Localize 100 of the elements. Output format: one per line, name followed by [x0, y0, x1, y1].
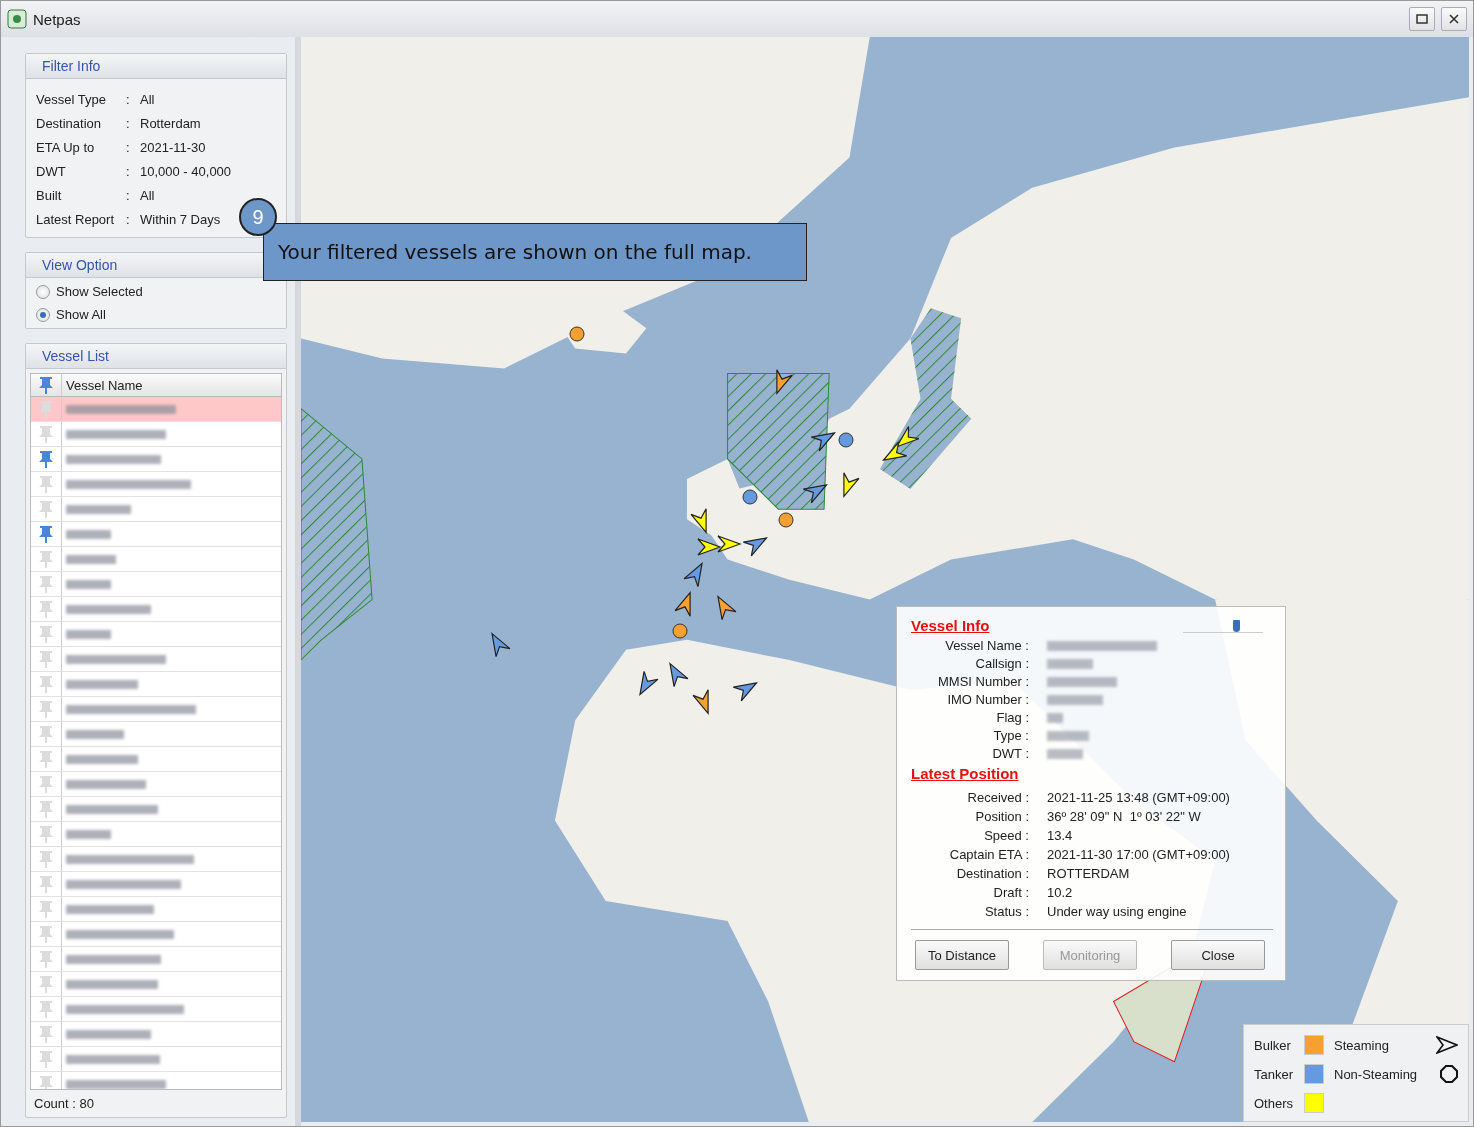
vessel-marker-icon[interactable]: [717, 595, 737, 621]
radio-button[interactable]: [36, 284, 50, 299]
vessel-marker-icon[interactable]: [742, 537, 768, 557]
vessel-row[interactable]: [31, 772, 281, 797]
vessel-marker-icon[interactable]: [639, 670, 659, 696]
blurred-name: [66, 579, 111, 589]
radio-label[interactable]: Show All: [56, 307, 106, 322]
restore-icon: [1416, 14, 1428, 24]
legend-label: Tanker: [1254, 1066, 1295, 1082]
vessel-marker-icon[interactable]: [882, 441, 908, 461]
zoom-slider[interactable]: [1183, 618, 1263, 633]
radio-label[interactable]: Show Selected: [56, 284, 143, 299]
field-label: Type :: [992, 728, 1029, 743]
vessel-marker-icon[interactable]: [692, 689, 709, 715]
vessel-row[interactable]: [31, 947, 281, 972]
blurred-name: [66, 529, 111, 539]
vessel-row[interactable]: [31, 597, 281, 622]
section-title: Latest Position: [911, 765, 1019, 782]
field-value: 2021-11-25 13:48 (GMT+09:00): [1047, 790, 1231, 805]
vessel-row[interactable]: [31, 572, 281, 597]
vessel-marker-icon[interactable]: [672, 623, 688, 639]
field-value: ROTTERDAM: [1047, 866, 1131, 881]
arrowhead-icon: [1436, 1036, 1458, 1054]
vessel-marker-icon[interactable]: [742, 489, 758, 505]
field-label: MMSI Number :: [937, 674, 1029, 689]
filter-value: 10,000 - 40,000: [140, 163, 232, 179]
field-label: IMO Number :: [946, 692, 1029, 707]
tutorial-callout: Your filtered vessels are shown on the full map.: [263, 223, 807, 281]
vessel-row[interactable]: [31, 447, 281, 472]
vessel-marker-icon[interactable]: [810, 432, 836, 452]
vessel-marker-icon[interactable]: [669, 662, 689, 688]
vessel-row[interactable]: [31, 622, 281, 647]
vessel-row[interactable]: [31, 872, 281, 897]
vessel-row[interactable]: [31, 722, 281, 747]
popup-button[interactable]: To Distance: [915, 940, 1009, 970]
vessel-row[interactable]: [31, 522, 281, 547]
vessel-row[interactable]: [31, 822, 281, 847]
pin-icon[interactable]: [38, 525, 54, 543]
field-label: Vessel Name :: [944, 638, 1029, 653]
vessel-row[interactable]: [31, 897, 281, 922]
vessel-marker-icon[interactable]: [732, 682, 758, 702]
vessel-row[interactable]: [31, 472, 281, 497]
vessel-marker-icon[interactable]: [717, 535, 742, 553]
vessel-marker-icon[interactable]: [802, 484, 828, 504]
vessel-row[interactable]: [31, 672, 281, 697]
vessel-row[interactable]: [31, 922, 281, 947]
column-header[interactable]: Vessel Name: [62, 377, 143, 393]
vessel-row[interactable]: [31, 397, 281, 422]
vessel-marker-icon[interactable]: [683, 562, 703, 588]
filter-label: Built: [36, 187, 63, 203]
blurred-name: [66, 829, 111, 839]
vessel-row[interactable]: [31, 1022, 281, 1047]
vessel-row[interactable]: [31, 547, 281, 572]
slider-thumb[interactable]: [1232, 620, 1240, 632]
vessel-row[interactable]: [31, 697, 281, 722]
octagon-icon: [1440, 1065, 1458, 1083]
close-button[interactable]: [1441, 7, 1467, 31]
vessel-marker-icon[interactable]: [895, 425, 920, 448]
blurred-name: [66, 554, 116, 564]
field-label: Position :: [974, 809, 1029, 824]
field-label: Destination :: [955, 866, 1029, 881]
blurred-name: [66, 679, 138, 689]
app-icon: [7, 9, 27, 29]
field-value: 10.2: [1047, 885, 1074, 900]
restore-button[interactable]: [1409, 7, 1435, 31]
vessel-marker-icon[interactable]: [843, 472, 860, 498]
field-label: Flag :: [995, 710, 1029, 725]
legend-label: Non-Steaming: [1334, 1066, 1418, 1082]
vessel-row[interactable]: [31, 972, 281, 997]
vessel-row[interactable]: [31, 647, 281, 672]
vessel-row[interactable]: [31, 997, 281, 1022]
popup-button[interactable]: Close: [1171, 940, 1265, 970]
vessel-marker-icon[interactable]: [838, 432, 854, 448]
pin-icon[interactable]: [38, 450, 54, 468]
vessel-marker-icon[interactable]: [569, 326, 585, 342]
field-value: Under way using engine: [1047, 904, 1188, 919]
filter-value: Rotterdam: [140, 115, 201, 131]
vessel-row[interactable]: [31, 747, 281, 772]
vessel-marker-icon[interactable]: [778, 512, 794, 528]
filter-label: Latest Report: [36, 211, 116, 227]
vessel-row[interactable]: [31, 422, 281, 447]
filter-value: Within 7 Days: [140, 211, 221, 227]
vessel-row[interactable]: [31, 847, 281, 872]
colon: :: [126, 163, 131, 179]
vessel-marker-icon[interactable]: [776, 369, 793, 395]
vessel-marker-icon[interactable]: [674, 591, 691, 617]
vessel-marker-icon[interactable]: [697, 538, 722, 556]
colon: :: [126, 187, 131, 203]
vessel-row[interactable]: [31, 797, 281, 822]
pin-icon[interactable]: [38, 376, 54, 394]
panel-title: Vessel List: [26, 344, 286, 369]
field-value: 36º 28' 09" N 1º 03' 22" W: [1047, 809, 1202, 824]
vessel-row[interactable]: [31, 1047, 281, 1072]
blurred-name: [66, 754, 138, 764]
filter-label: DWT: [36, 163, 67, 179]
vessel-marker-icon[interactable]: [491, 632, 511, 658]
vessel-row[interactable]: [31, 497, 281, 522]
colon: :: [126, 115, 131, 131]
field-value: 13.4: [1047, 828, 1074, 843]
radio-button[interactable]: [36, 307, 50, 322]
